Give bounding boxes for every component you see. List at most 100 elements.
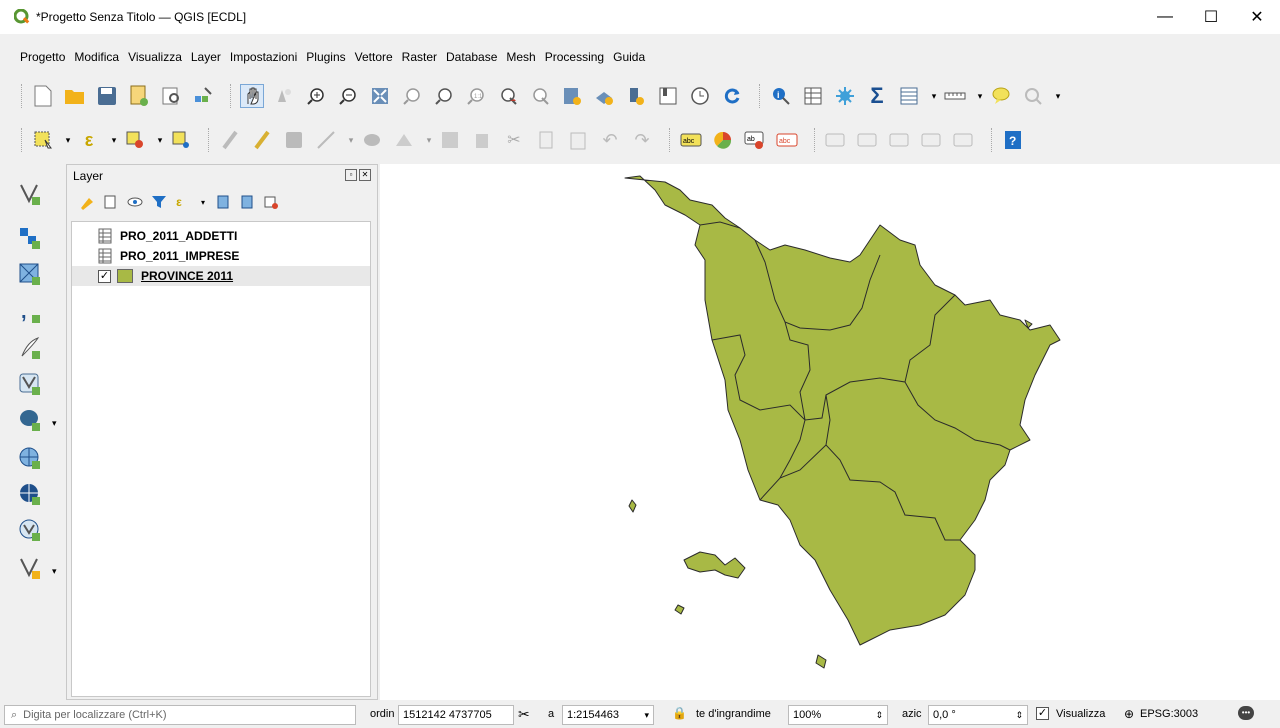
menu-progetto[interactable]: Progetto: [20, 50, 65, 64]
measure-line-icon[interactable]: [943, 84, 967, 108]
layer-checkbox[interactable]: ✓: [98, 269, 111, 283]
menu-vettore[interactable]: Vettore: [355, 50, 393, 64]
add-raster-layer-icon[interactable]: [14, 222, 46, 254]
menu-mesh[interactable]: Mesh: [506, 50, 535, 64]
zoom-to-layer-icon[interactable]: [432, 84, 456, 108]
edit-table-icon[interactable]: [438, 128, 462, 152]
open-attribute-table-icon[interactable]: [801, 84, 825, 108]
coordinate-field[interactable]: 1512142 4737705: [398, 705, 514, 725]
paste-features-icon[interactable]: [566, 128, 590, 152]
layout-manager-icon[interactable]: [159, 84, 183, 108]
delete-selected-icon[interactable]: [470, 128, 494, 152]
highlight-labels-icon[interactable]: abc: [775, 128, 799, 152]
chevron-down-icon[interactable]: ▾: [155, 128, 165, 152]
zoom-full-icon[interactable]: [368, 84, 392, 108]
menu-plugins[interactable]: Plugins: [306, 50, 345, 64]
chevron-down-icon[interactable]: ▾: [929, 84, 939, 108]
save-project-icon[interactable]: [95, 84, 119, 108]
add-wfs-layer-icon[interactable]: [14, 478, 46, 510]
open-project-icon[interactable]: [63, 84, 87, 108]
zoom-in-icon[interactable]: [304, 84, 328, 108]
layer-row[interactable]: ✓ PROVINCE 2011: [72, 266, 370, 286]
expand-all-icon[interactable]: [215, 194, 231, 210]
current-edits-icon[interactable]: [218, 128, 242, 152]
new-layer-icon[interactable]: [14, 552, 46, 584]
float-panel-icon[interactable]: ▫: [345, 169, 357, 181]
collapse-all-icon[interactable]: [239, 194, 255, 210]
undo-icon[interactable]: ↶: [598, 128, 622, 152]
new-map-view-icon[interactable]: [560, 84, 584, 108]
show-hide-labels-icon[interactable]: [856, 128, 880, 152]
statistical-summary-icon[interactable]: Σ: [865, 83, 889, 108]
identify-features-icon[interactable]: i: [769, 84, 793, 108]
spinner-icon[interactable]: ⇕: [875, 710, 883, 721]
new-print-layout-icon[interactable]: [127, 84, 151, 108]
chevron-down-icon[interactable]: ▾: [424, 128, 434, 152]
chevron-down-icon[interactable]: ▾: [975, 84, 985, 108]
layer-symbol[interactable]: [117, 269, 133, 283]
menu-raster[interactable]: Raster: [402, 50, 437, 64]
filter-legend-icon[interactable]: [151, 194, 167, 210]
add-vector-layer-icon[interactable]: [14, 178, 46, 210]
pan-to-selection-icon[interactable]: [272, 84, 296, 108]
add-group-icon[interactable]: [103, 194, 119, 210]
add-delimited-text-icon[interactable]: ,: [14, 296, 46, 328]
remove-layer-icon[interactable]: [263, 194, 279, 210]
manage-visibility-icon[interactable]: [127, 194, 143, 210]
lock-icon[interactable]: 🔒: [672, 706, 687, 720]
locator-icon[interactable]: [1021, 84, 1045, 108]
zoom-last-icon[interactable]: [496, 84, 520, 108]
rotate-label-icon[interactable]: [888, 128, 912, 152]
diagram-icon[interactable]: [711, 128, 735, 152]
add-virtual-layer-icon[interactable]: [14, 368, 46, 400]
cut-features-icon[interactable]: ✂: [502, 128, 526, 152]
menu-layer[interactable]: Layer: [191, 50, 221, 64]
spinner-icon[interactable]: ⇕: [1015, 710, 1023, 721]
style-manager-icon[interactable]: [191, 84, 215, 108]
help-icon[interactable]: ?: [1001, 128, 1025, 152]
redo-icon[interactable]: ↷: [630, 128, 654, 152]
chevron-down-icon[interactable]: ▾: [199, 194, 207, 210]
close-panel-icon[interactable]: ✕: [359, 169, 371, 181]
modify-attributes-icon[interactable]: [392, 128, 416, 152]
crs-button[interactable]: EPSG:3003: [1140, 708, 1198, 720]
show-bookmarks-icon[interactable]: [656, 84, 680, 108]
messages-icon[interactable]: •••: [1238, 706, 1254, 720]
label-layer-icon[interactable]: abc: [679, 128, 703, 152]
new-project-icon[interactable]: [31, 84, 55, 108]
maximize-button[interactable]: ☐: [1188, 0, 1234, 34]
rotation-field[interactable]: 0,0 ° ⇕: [928, 705, 1028, 725]
scale-field[interactable]: 1:2154463 ▾: [562, 705, 654, 725]
processing-toolbox-icon[interactable]: [833, 84, 857, 108]
add-spatialite-icon[interactable]: [14, 332, 46, 364]
render-checkbox[interactable]: ✓: [1036, 707, 1049, 720]
new-bookmark-icon[interactable]: [624, 84, 648, 108]
add-wms-layer-icon[interactable]: [14, 442, 46, 474]
menu-database[interactable]: Database: [446, 50, 497, 64]
chevron-down-icon[interactable]: ▾: [52, 418, 57, 429]
locator-search-input[interactable]: ⌕ Digita per localizzare (Ctrl+K): [4, 705, 356, 725]
province-map[interactable]: [380, 164, 1280, 700]
add-mesh-layer-icon[interactable]: [14, 258, 46, 290]
copy-features-icon[interactable]: [534, 128, 558, 152]
menu-guida[interactable]: Guida: [613, 50, 645, 64]
select-by-expression-icon[interactable]: ε: [77, 128, 101, 152]
pan-map-icon[interactable]: [240, 84, 264, 108]
layer-row[interactable]: PRO_2011_ADDETTI: [72, 226, 370, 246]
menu-impostazioni[interactable]: Impostazioni: [230, 50, 297, 64]
zoom-native-icon[interactable]: 1:1: [464, 84, 488, 108]
refresh-icon[interactable]: [720, 84, 744, 108]
toggle-extents-icon[interactable]: ✂: [518, 706, 530, 723]
chevron-down-icon[interactable]: ▾: [109, 128, 119, 152]
zoom-to-selection-icon[interactable]: [400, 84, 424, 108]
vertex-tool-icon[interactable]: [360, 128, 384, 152]
layer-panels-icon[interactable]: [897, 84, 921, 108]
magnifier-field[interactable]: 100% ⇕: [788, 705, 888, 725]
select-features-icon[interactable]: [31, 128, 55, 152]
chevron-down-icon[interactable]: ▾: [1053, 84, 1063, 108]
map-canvas[interactable]: [380, 164, 1280, 700]
zoom-next-icon[interactable]: [528, 84, 552, 108]
deselect-features-icon[interactable]: [123, 128, 147, 152]
close-button[interactable]: ✕: [1234, 0, 1280, 34]
chevron-down-icon[interactable]: ▾: [52, 566, 57, 577]
